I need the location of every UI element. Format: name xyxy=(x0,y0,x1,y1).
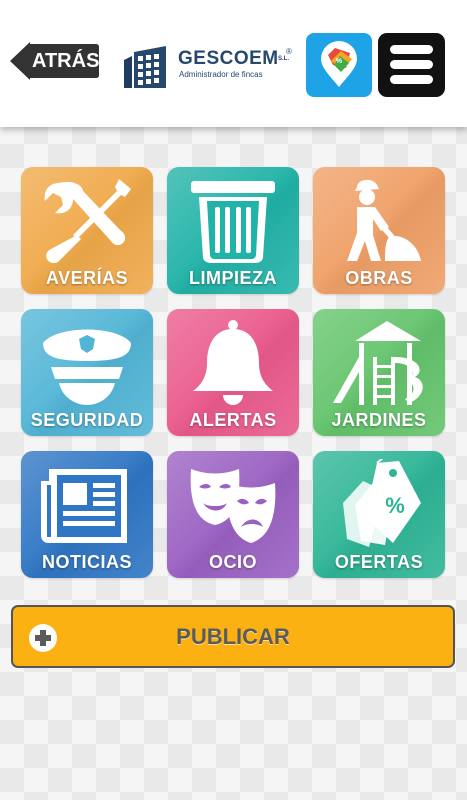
trash-bin-icon xyxy=(191,181,275,263)
tile-label: SEGURIDAD xyxy=(30,410,144,430)
svg-text:%: % xyxy=(336,58,343,65)
logo-suffix: S.L. xyxy=(278,56,290,62)
app-header: ATRÁS GESCOEM S.L. ® Administrador de fi… xyxy=(0,0,467,127)
publish-button[interactable]: PUBLICAR xyxy=(11,605,455,668)
tile-limpieza[interactable]: LIMPIEZA xyxy=(167,167,299,294)
tile-jardines[interactable]: JARDINES xyxy=(313,309,445,436)
publish-button-label: PUBLICAR xyxy=(176,624,290,649)
back-button-label: ATRÁS xyxy=(32,50,100,72)
tile-alertas[interactable]: ALERTAS xyxy=(167,309,299,436)
police-cap-icon xyxy=(43,329,131,405)
tile-label: OFERTAS xyxy=(334,552,424,572)
discount-tags-icon: % xyxy=(343,459,421,547)
svg-text:%: % xyxy=(385,493,405,518)
tile-label: LIMPIEZA xyxy=(189,268,277,288)
bell-icon xyxy=(193,320,273,405)
tile-ocio[interactable]: OCIO xyxy=(167,451,299,578)
back-button[interactable]: ATRÁS xyxy=(10,40,100,82)
company-logo: GESCOEM S.L. ® Administrador de fincas xyxy=(122,42,297,90)
offers-button[interactable]: % xyxy=(306,33,372,97)
tile-label: OCIO xyxy=(208,552,257,572)
price-tag-map-pin-icon: % xyxy=(321,41,357,87)
construction-worker-icon xyxy=(347,179,421,261)
building-logo-icon xyxy=(124,46,166,88)
tile-obras[interactable]: OBRAS xyxy=(313,167,445,294)
tile-noticias[interactable]: NOTICIAS xyxy=(21,451,153,578)
menu-button[interactable] xyxy=(378,33,445,97)
logo-registered-mark: ® xyxy=(286,47,292,56)
wrench-screwdriver-icon xyxy=(44,179,131,264)
tile-label: JARDINES xyxy=(331,410,427,430)
logo-name: GESCOEM xyxy=(178,48,279,69)
tile-ofertas[interactable]: % OFERTAS xyxy=(313,451,445,578)
newspaper-icon xyxy=(41,469,127,543)
tile-averias[interactable]: AVERÍAS xyxy=(21,167,153,294)
tile-label: AVERÍAS xyxy=(45,268,129,288)
theater-masks-icon xyxy=(190,469,276,543)
tile-label: ALERTAS xyxy=(189,410,277,430)
tile-label: NOTICIAS xyxy=(41,552,132,572)
playground-slide-icon xyxy=(333,321,423,405)
logo-subtitle: Administrador de fincas xyxy=(179,70,263,79)
tile-seguridad[interactable]: SEGURIDAD xyxy=(21,309,153,436)
tile-label: OBRAS xyxy=(345,268,413,288)
